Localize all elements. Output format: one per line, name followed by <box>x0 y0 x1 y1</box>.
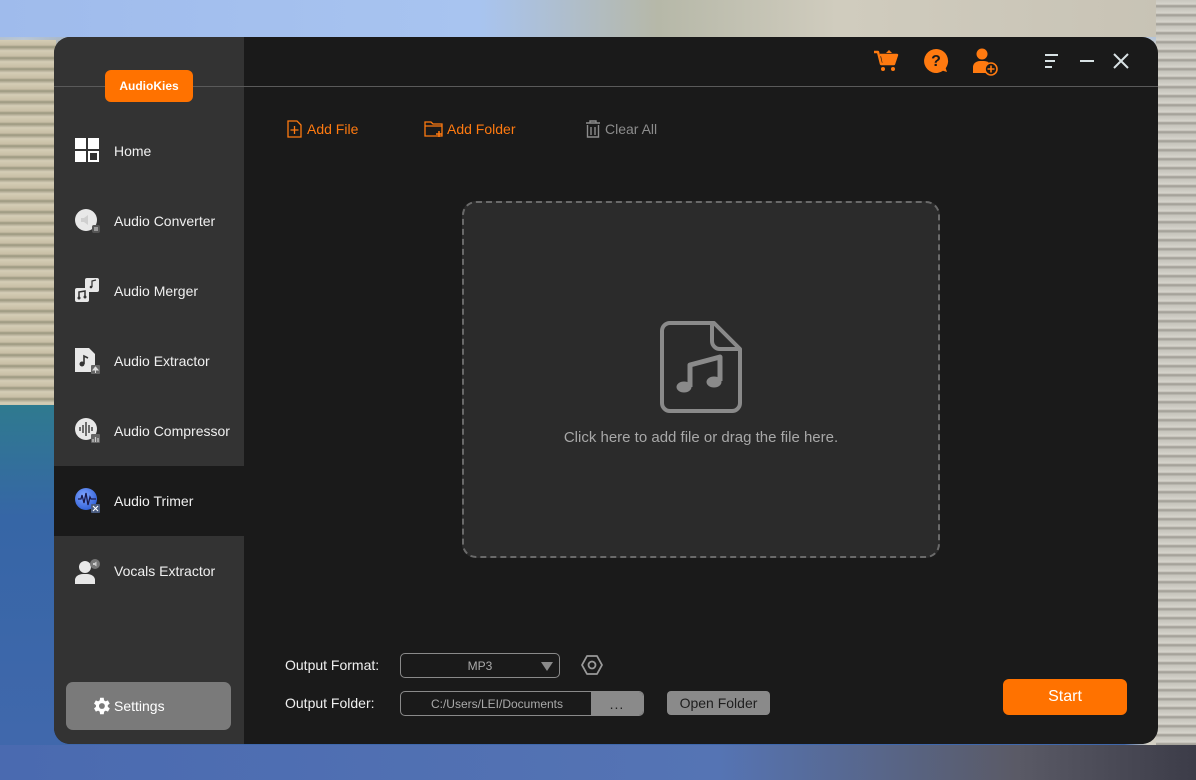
cart-icon <box>874 50 899 71</box>
add-file-button[interactable]: Add File <box>286 119 358 139</box>
desktop-sea-bottom <box>0 745 1196 780</box>
add-folder-label: Add Folder <box>447 121 516 137</box>
output-folder-label: Output Folder: <box>285 695 375 711</box>
audio-trimmer-icon <box>75 488 101 514</box>
add-folder-button[interactable]: Add Folder <box>424 119 515 139</box>
clear-all-label: Clear All <box>605 121 658 137</box>
dropzone-hint: Click here to add file or drag the file … <box>563 429 839 446</box>
format-settings-icon[interactable] <box>580 653 604 677</box>
sidebar-item-label: Home <box>114 143 152 159</box>
add-file-icon <box>287 120 302 138</box>
desktop-sky <box>0 0 1196 37</box>
sidebar-item-label: Audio Trimer <box>114 493 194 509</box>
settings-button[interactable]: Settings <box>66 682 231 730</box>
clear-all-button[interactable]: Clear All <box>584 119 657 139</box>
output-format-value: MP3 <box>467 658 493 673</box>
add-file-label: Add File <box>307 121 359 137</box>
sidebar-item-audio-trimer[interactable]: Audio Trimer <box>54 466 244 536</box>
vocals-extractor-icon <box>75 558 101 584</box>
output-format-label: Output Format: <box>285 657 380 673</box>
close-icon <box>1113 53 1129 69</box>
audio-compressor-icon <box>75 418 101 444</box>
home-grid-icon <box>75 138 101 164</box>
user-add-icon <box>973 48 998 76</box>
header-divider <box>54 86 1158 87</box>
help-button[interactable]: ? <box>922 47 950 75</box>
desktop-cliff-right <box>1156 0 1196 745</box>
help-icon: ? <box>924 48 949 73</box>
dropdown-arrow-icon <box>541 662 553 671</box>
desktop-sea <box>0 405 60 780</box>
open-folder-button[interactable]: Open Folder <box>667 691 770 715</box>
output-folder-path: C:/Users/LEI/Documents <box>430 696 564 711</box>
gear-icon <box>94 697 110 715</box>
sidebar-item-audio-extractor[interactable]: Audio Extractor <box>54 326 244 396</box>
sidebar-item-label: Audio Converter <box>114 213 216 229</box>
sidebar-item-vocals-extractor[interactable]: Vocals Extractor <box>54 536 244 606</box>
add-folder-icon <box>424 121 443 137</box>
file-dropzone[interactable]: Click here to add file or drag the file … <box>462 201 940 558</box>
settings-label: Settings <box>114 698 165 714</box>
close-button[interactable] <box>1107 47 1135 75</box>
sidebar-item-label: Vocals Extractor <box>114 563 216 579</box>
app-window: AudioKies Home Audio Converter Audio Mer… <box>54 37 1158 744</box>
add-account-button[interactable] <box>970 47 998 76</box>
audio-converter-icon <box>75 208 101 234</box>
sidebar-nav: Home Audio Converter Audio Merger Audio … <box>54 116 244 606</box>
audio-merger-icon <box>75 278 101 304</box>
sidebar-item-label: Audio Merger <box>114 283 199 299</box>
sidebar-item-label: Audio Compressor <box>114 423 230 439</box>
start-button[interactable]: Start <box>1003 679 1127 715</box>
app-logo: AudioKies <box>105 70 193 102</box>
menu-icon <box>1045 54 1058 68</box>
output-format-select[interactable]: MP3 <box>400 653 560 678</box>
trash-icon <box>586 120 600 138</box>
sidebar-item-audio-merger[interactable]: Audio Merger <box>54 256 244 326</box>
minimize-icon <box>1080 60 1094 62</box>
browse-folder-button[interactable]: ... <box>591 692 643 715</box>
menu-button[interactable] <box>1038 47 1066 75</box>
sidebar-item-label: Audio Extractor <box>114 353 210 369</box>
output-folder-field[interactable]: C:/Users/LEI/Documents ... <box>400 691 644 716</box>
audio-extractor-icon <box>75 348 101 374</box>
sidebar-item-audio-compressor[interactable]: Audio Compressor <box>54 396 244 466</box>
sidebar-item-home[interactable]: Home <box>54 116 244 186</box>
music-file-icon <box>660 321 742 413</box>
desktop-cliff-left <box>0 40 56 410</box>
sidebar-item-audio-converter[interactable]: Audio Converter <box>54 186 244 256</box>
cart-button[interactable] <box>872 47 900 75</box>
svg-text:?: ? <box>931 53 941 70</box>
minimize-button[interactable] <box>1073 47 1101 75</box>
